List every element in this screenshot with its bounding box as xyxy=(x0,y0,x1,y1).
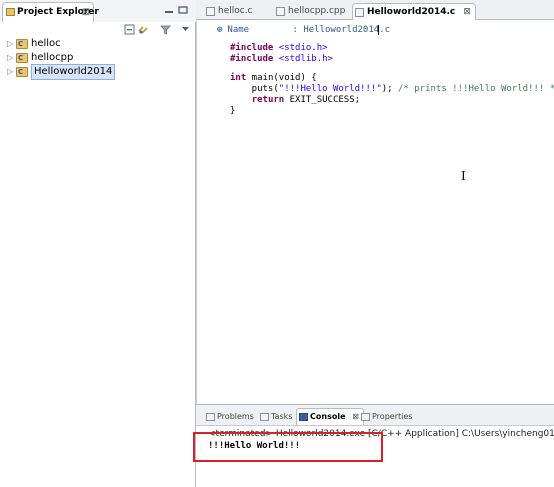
code-line-2: #include <stdlib.h> xyxy=(230,54,333,64)
tab-label: hellocpp.cpp xyxy=(288,6,346,16)
name-value: Helloworld2014.c xyxy=(303,25,391,35)
cpp-file-icon xyxy=(276,7,285,16)
project-label: hellocpp xyxy=(31,52,74,63)
tab-tasks[interactable]: Tasks xyxy=(258,409,292,426)
file-name-row: ⊕ Name : Helloworld2014.c xyxy=(217,24,390,36)
expand-arrow-icon[interactable]: ▷ xyxy=(7,51,15,65)
c-file-icon xyxy=(355,8,364,17)
tab-problems[interactable]: Problems xyxy=(204,409,254,426)
tab-label: Problems xyxy=(217,412,254,421)
tasks-icon xyxy=(260,413,269,421)
code-editor[interactable]: ⊕ Name : Helloworld2014.c #include <stdio… xyxy=(196,21,554,416)
project-label: Helloworld2014 xyxy=(31,64,116,80)
close-icon[interactable]: ⊠ xyxy=(82,3,90,22)
tab-label: helloc.c xyxy=(218,6,253,16)
code-line-6: } xyxy=(230,106,236,116)
close-icon[interactable]: ⊠ xyxy=(352,412,359,421)
project-explorer-toolbar xyxy=(0,22,196,36)
folder-icon xyxy=(6,8,15,16)
code-line-5: return EXIT_SUCCESS; xyxy=(251,95,361,105)
tab-properties[interactable]: Properties xyxy=(359,409,412,426)
project-explorer-tabbar: Project Explorer ⊠ xyxy=(0,0,196,22)
tab-label: Console xyxy=(310,412,346,421)
editor-tabbar: helloc.c hellocpp.cpp Helloworld2014.c ⊠ xyxy=(196,0,554,20)
project-label: helloc xyxy=(31,38,61,49)
collapse-all-icon[interactable] xyxy=(124,24,135,35)
tab-hellocpp[interactable]: hellocpp.cpp xyxy=(274,3,345,20)
console-tabbar: Problems Tasks Console ⊠ Properties xyxy=(196,405,554,426)
minimize-icon[interactable] xyxy=(164,6,174,14)
properties-icon xyxy=(361,413,370,421)
mouse-ibeam-cursor-icon: I xyxy=(461,169,466,183)
text-cursor xyxy=(378,25,379,35)
editor-panel: helloc.c hellocpp.cpp Helloworld2014.c ⊠… xyxy=(196,0,554,416)
link-with-editor-icon[interactable] xyxy=(138,24,149,35)
name-key: Name xyxy=(227,25,250,35)
c-project-icon xyxy=(16,65,28,79)
console-icon xyxy=(299,413,308,421)
maximize-icon[interactable] xyxy=(178,6,188,14)
filter-icon[interactable] xyxy=(160,24,171,35)
c-file-icon xyxy=(206,7,215,16)
tab-project-explorer[interactable]: Project Explorer ⊠ xyxy=(2,2,99,22)
tab-console[interactable]: Console ⊠ xyxy=(296,408,364,425)
problems-icon xyxy=(206,413,215,421)
c-project-icon xyxy=(16,51,28,65)
view-menu-icon[interactable] xyxy=(180,24,191,35)
tab-label: Helloworld2014.c xyxy=(367,7,456,17)
project-explorer-panel: Project Explorer ⊠ ▷ helloc ▷ xyxy=(0,0,196,487)
highlight-box xyxy=(193,432,383,462)
expand-plus-icon[interactable]: ⊕ xyxy=(217,25,222,35)
c-project-icon xyxy=(16,37,28,51)
tab-helloc[interactable]: helloc.c xyxy=(204,3,253,20)
expand-arrow-icon[interactable]: ▷ xyxy=(7,65,15,79)
tab-label: Properties xyxy=(372,412,413,421)
tab-helloworld2014[interactable]: Helloworld2014.c ⊠ xyxy=(352,3,476,20)
close-icon[interactable]: ⊠ xyxy=(463,7,471,17)
tab-label: Tasks xyxy=(271,412,293,421)
expand-arrow-icon[interactable]: ▷ xyxy=(7,37,15,51)
